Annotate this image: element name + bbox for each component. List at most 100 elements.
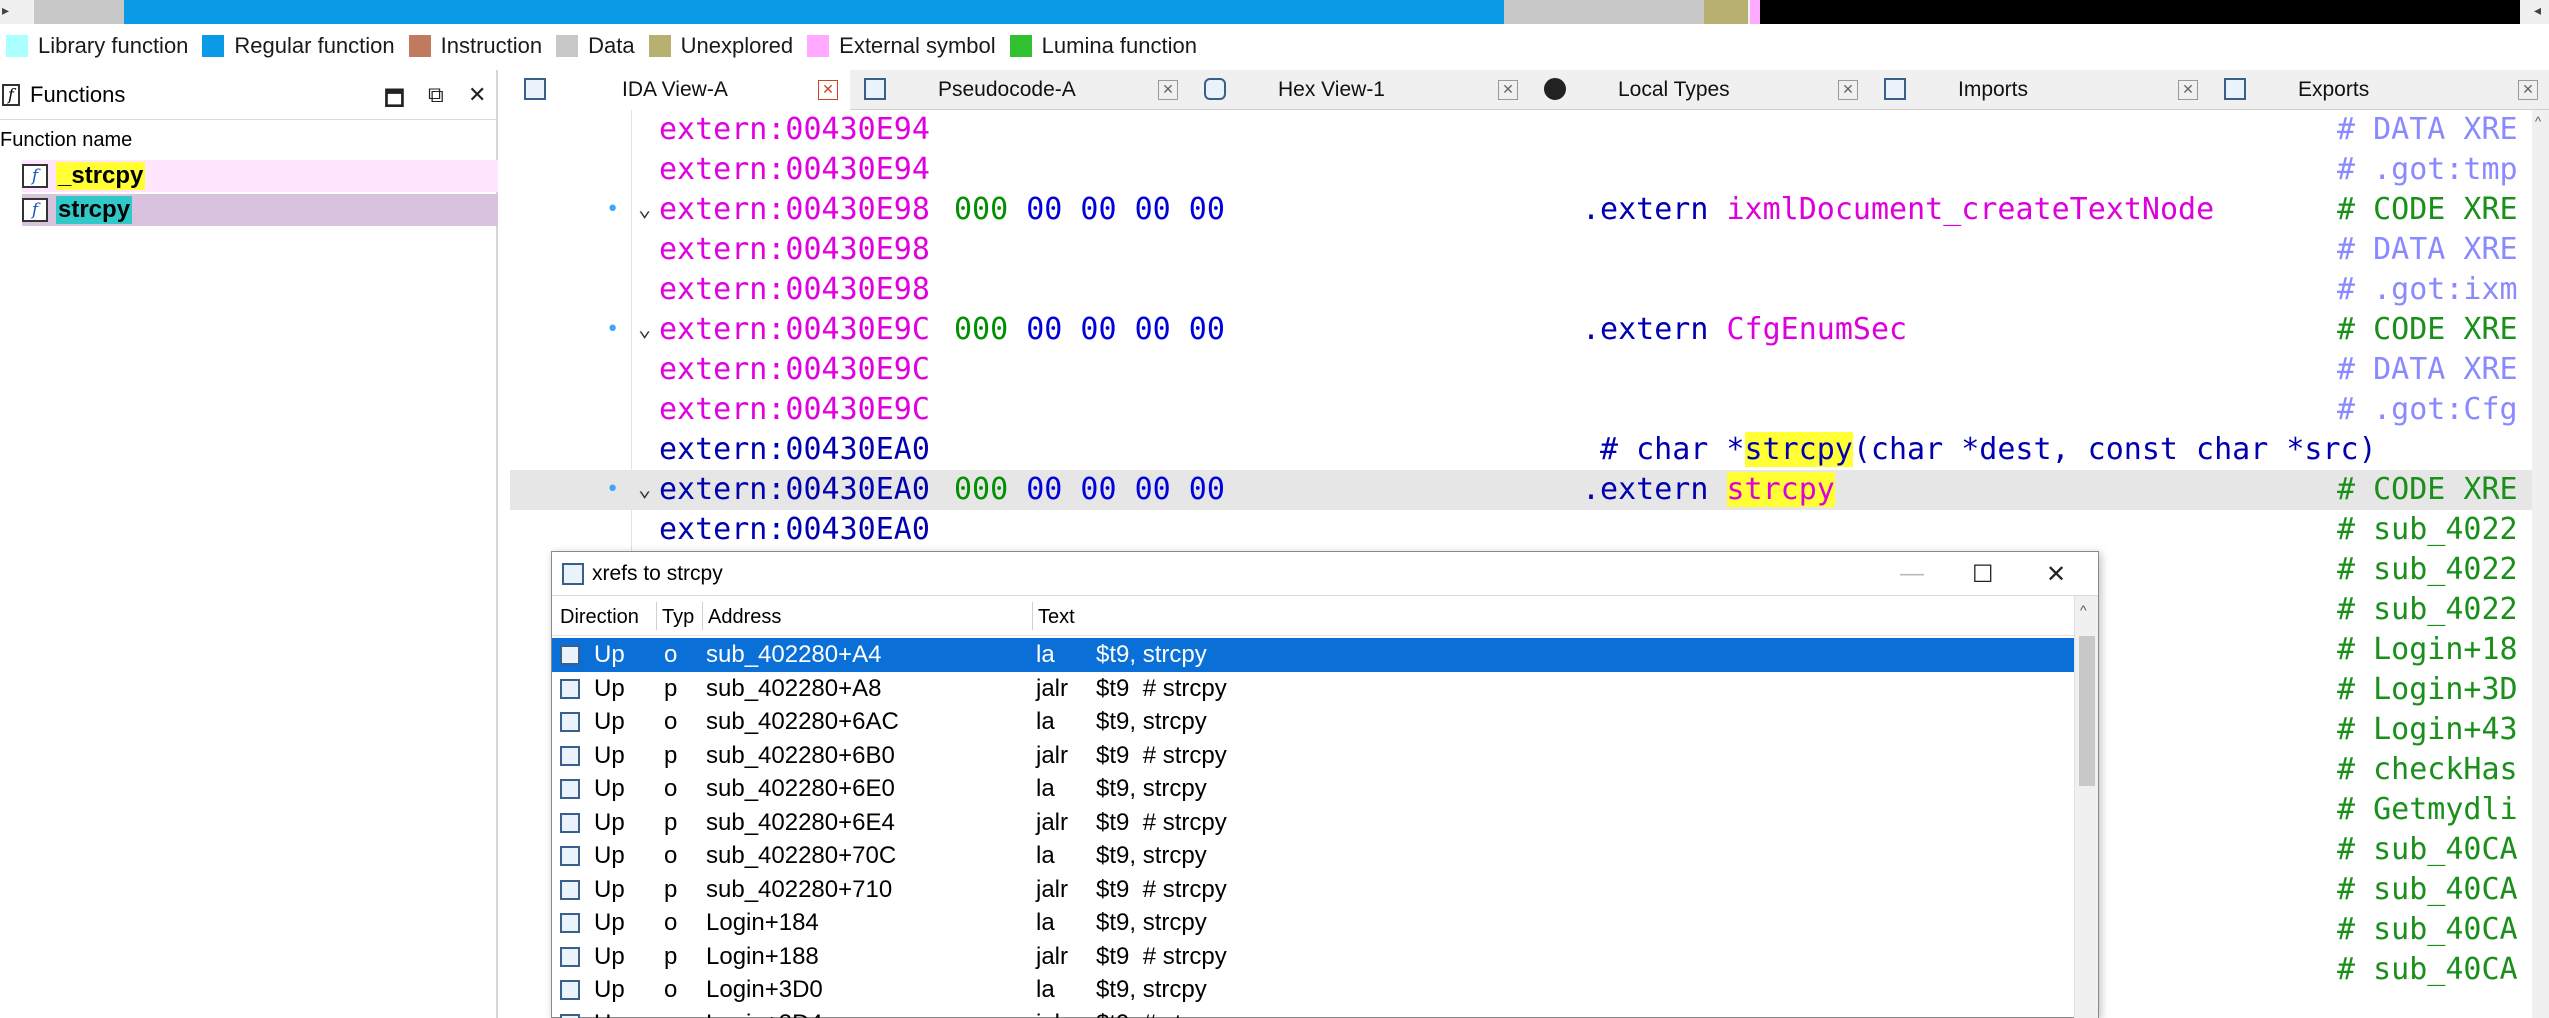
tab-close-icon[interactable]: ✕ — [2178, 80, 2198, 100]
nav-segment-data-2 — [1504, 0, 1704, 24]
xref-mnemonic: jalr — [1036, 875, 1069, 903]
function-list-item[interactable]: f strcpy — [22, 194, 498, 226]
extern-symbol[interactable]: ixmlDocument_createTextNode — [1727, 192, 2215, 227]
nav-right-arrow-icon[interactable]: ◂ — [2534, 2, 2541, 19]
xref-row[interactable]: Up p Login+3D4 jalr $t9 # strcpy — [552, 1007, 2074, 1018]
nav-segment-regular — [124, 0, 1504, 24]
function-name-column-header[interactable]: Function name — [0, 120, 496, 160]
legend-item: Unexplored — [648, 33, 793, 59]
breakpoint-dot-icon[interactable]: • — [606, 190, 619, 230]
tab-close-icon[interactable]: ✕ — [2518, 80, 2538, 100]
tab-close-icon[interactable]: ✕ — [1838, 80, 1858, 100]
column-header-type[interactable]: Typ — [662, 606, 694, 629]
close-icon[interactable]: ✕ — [2046, 560, 2066, 589]
xref-row[interactable]: Up o Login+184 la $t9, strcpy — [552, 906, 2074, 940]
scroll-up-icon[interactable]: ^ — [2535, 114, 2541, 129]
column-separator[interactable] — [702, 602, 703, 630]
tab-label: Pseudocode-A — [938, 78, 1076, 101]
disassembly-line[interactable]: extern:00430E9C # .got:Cfg — [510, 390, 2549, 430]
xref-row[interactable]: Up p sub_402280+6B0 jalr $t9 # strcpy — [552, 739, 2074, 773]
tab-hex-view-1[interactable]: Hex View-1 ✕ — [1190, 70, 1530, 110]
maximize-icon[interactable]: 🗖 — [384, 82, 405, 120]
column-separator[interactable] — [1032, 602, 1033, 630]
xref-row[interactable]: Up p sub_402280+A8 jalr $t9 # strcpy — [552, 672, 2074, 706]
xref-direction: Up — [594, 775, 625, 802]
disassembly-scrollbar[interactable]: ^ — [2532, 110, 2549, 1018]
collapse-chevron-icon[interactable]: ⌄ — [638, 470, 651, 510]
collapse-chevron-icon[interactable]: ⌄ — [638, 310, 651, 350]
function-name: strcpy — [56, 196, 133, 224]
disassembly-line[interactable]: extern:00430EA0 # sub_4022 — [510, 510, 2549, 550]
nav-left-arrow-icon[interactable]: ▸ — [2, 2, 9, 19]
tab-local-types[interactable]: Local Types ✕ — [1530, 70, 1870, 110]
line-address: extern:00430E9C — [659, 352, 930, 387]
xref-row[interactable]: Up o sub_402280+6E0 la $t9, strcpy — [552, 772, 2074, 806]
breakpoint-dot-icon[interactable]: • — [606, 470, 619, 510]
tab-exports[interactable]: Exports ✕ — [2210, 70, 2549, 110]
xref-operands: $t9, strcpy — [1096, 976, 1207, 1003]
column-header-direction[interactable]: Direction — [560, 606, 639, 629]
prototype-symbol[interactable]: strcpy — [1744, 432, 1853, 467]
function-list-item[interactable]: f _strcpy — [22, 160, 498, 192]
extern-symbol[interactable]: CfgEnumSec — [1727, 312, 1908, 347]
xref-mnemonic: la — [1036, 976, 1055, 1003]
tab-label: Imports — [1958, 78, 2029, 101]
exports-icon — [2224, 78, 2246, 100]
scrollbar-thumb[interactable] — [2079, 636, 2095, 786]
disassembly-line[interactable]: • ⌄ extern:00430E98 000 00 00 00 00 .extern … — [510, 190, 2549, 230]
minimize-icon[interactable]: — — [1900, 560, 1924, 588]
xref-row[interactable]: Up p sub_402280+6E4 jalr $t9 # strcpy — [552, 806, 2074, 840]
extern-symbol[interactable]: strcpy — [1726, 472, 1835, 507]
xref-row[interactable]: Up o sub_402280+70C la $t9, strcpy — [552, 839, 2074, 873]
legend-item: Regular function — [202, 33, 395, 59]
directive-keyword: .extern — [1582, 472, 1709, 507]
disassembly-line[interactable]: extern:00430E94 # DATA XRE — [510, 110, 2549, 150]
tab-close-icon[interactable]: ✕ — [1158, 80, 1178, 100]
navigation-band[interactable]: ▸ ◂ — [0, 0, 2549, 24]
xref-row[interactable]: Up p sub_402280+710 jalr $t9 # strcpy — [552, 873, 2074, 907]
xref-address: sub_402280+A4 — [706, 641, 882, 668]
collapse-chevron-icon[interactable]: ⌄ — [638, 190, 651, 230]
close-icon[interactable]: ✕ — [468, 82, 486, 108]
line-address: extern:00430E98 — [659, 232, 930, 267]
pseudocode-icon — [864, 78, 886, 100]
maximize-icon[interactable]: ☐ — [1972, 560, 1994, 589]
disassembly-line[interactable]: extern:00430EA0 # char *strcpy(char *dest… — [510, 430, 2549, 470]
disassembly-line[interactable]: extern:00430E98 # DATA XRE — [510, 230, 2549, 270]
xref-row[interactable]: Up p Login+188 jalr $t9 # strcpy — [552, 940, 2074, 974]
xref-row[interactable]: Up o sub_402280+6AC la $t9, strcpy — [552, 705, 2074, 739]
xref-mnemonic: jalr — [1036, 1007, 1068, 1018]
xref-row[interactable]: Up o sub_402280+A4 la $t9, strcpy — [552, 638, 2074, 672]
function-icon: f — [22, 198, 48, 222]
scroll-up-icon[interactable]: ^ — [2080, 602, 2087, 618]
breakpoint-dot-icon[interactable]: • — [606, 310, 619, 350]
column-header-text[interactable]: Text — [1038, 606, 1075, 629]
xrefs-scrollbar[interactable]: ^ — [2074, 596, 2098, 1018]
xref-direction: Up — [594, 641, 625, 668]
tab-close-icon[interactable]: ✕ — [818, 80, 838, 100]
disassembly-line[interactable]: • ⌄ extern:00430EA0 000 00 00 00 00 .extern … — [510, 470, 2549, 510]
disassembly-line[interactable]: extern:00430E98 # .got:ixm — [510, 270, 2549, 310]
tab-close-icon[interactable]: ✕ — [1498, 80, 1518, 100]
disassembly-line[interactable]: extern:00430E94 # .got:tmp — [510, 150, 2549, 190]
nav-segment-extern — [1750, 0, 1760, 24]
xrefs-dialog-titlebar[interactable]: xrefs to strcpy — ☐ ✕ — [552, 552, 2098, 596]
column-separator[interactable] — [656, 602, 657, 630]
tab-imports[interactable]: Imports ✕ — [1870, 70, 2210, 110]
disassembly-line[interactable]: extern:00430E9C # DATA XRE — [510, 350, 2549, 390]
line-comment: # sub_40CA — [2337, 872, 2518, 907]
prototype-args: (char *dest, const char *src) — [1852, 432, 2377, 467]
tab-ida-view-a[interactable]: IDA View-A ✕ — [510, 70, 850, 110]
column-header-address[interactable]: Address — [708, 606, 781, 629]
legend-label: Data — [588, 33, 635, 58]
restore-icon[interactable]: ⧉ — [428, 82, 444, 108]
local-types-icon — [1544, 78, 1566, 100]
line-comment: # sub_40CA — [2337, 912, 2518, 947]
xref-operands: $t9, strcpy — [1096, 842, 1207, 869]
line-address: extern:00430E9C — [659, 312, 930, 347]
xref-row[interactable]: Up o Login+3D0 la $t9, strcpy — [552, 973, 2074, 1007]
tab-pseudocode-a[interactable]: Pseudocode-A ✕ — [850, 70, 1190, 110]
disassembly-line[interactable]: • ⌄ extern:00430E9C 000 00 00 00 00 .extern … — [510, 310, 2549, 350]
line-comment: # .got:ixm — [2337, 272, 2518, 307]
xref-icon — [560, 1013, 580, 1018]
